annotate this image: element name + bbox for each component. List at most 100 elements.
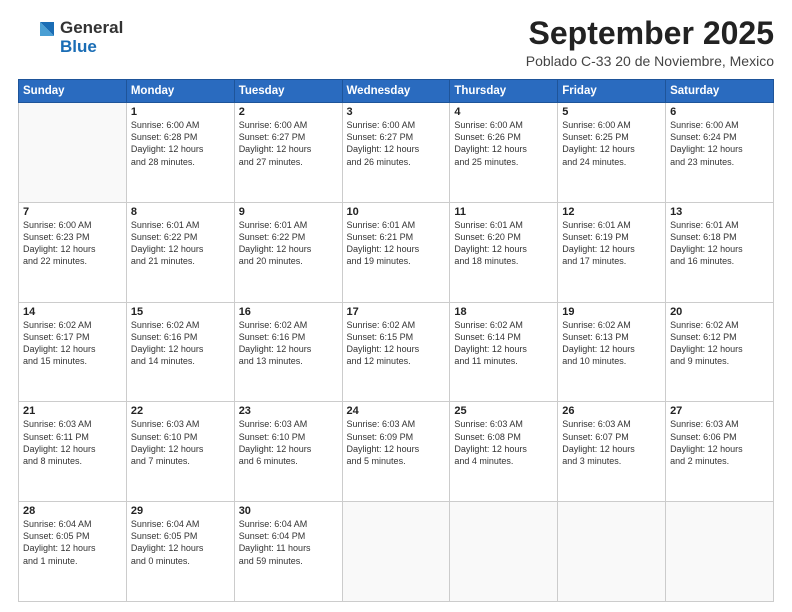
month-title: September 2025 (526, 16, 774, 51)
day-number: 13 (670, 206, 769, 218)
day-number: 15 (131, 306, 230, 318)
day-info: Sunrise: 6:03 AM Sunset: 6:06 PM Dayligh… (670, 418, 769, 467)
day-number: 23 (239, 405, 338, 417)
day-info: Sunrise: 6:00 AM Sunset: 6:25 PM Dayligh… (562, 119, 661, 168)
calendar-cell: 6Sunrise: 6:00 AM Sunset: 6:24 PM Daylig… (666, 103, 774, 203)
day-info: Sunrise: 6:01 AM Sunset: 6:19 PM Dayligh… (562, 219, 661, 268)
calendar-cell: 24Sunrise: 6:03 AM Sunset: 6:09 PM Dayli… (342, 402, 450, 502)
calendar-cell: 14Sunrise: 6:02 AM Sunset: 6:17 PM Dayli… (19, 302, 127, 402)
calendar-day-header: Thursday (450, 80, 558, 103)
calendar-week-row: 28Sunrise: 6:04 AM Sunset: 6:05 PM Dayli… (19, 502, 774, 602)
logo-line1: General (60, 19, 123, 38)
header: General Blue September 2025 Poblado C-33… (18, 16, 774, 69)
calendar-cell (558, 502, 666, 602)
day-number: 3 (347, 106, 446, 118)
calendar-cell: 15Sunrise: 6:02 AM Sunset: 6:16 PM Dayli… (126, 302, 234, 402)
day-number: 9 (239, 206, 338, 218)
calendar-cell: 30Sunrise: 6:04 AM Sunset: 6:04 PM Dayli… (234, 502, 342, 602)
day-info: Sunrise: 6:01 AM Sunset: 6:18 PM Dayligh… (670, 219, 769, 268)
calendar-cell (19, 103, 127, 203)
day-info: Sunrise: 6:03 AM Sunset: 6:07 PM Dayligh… (562, 418, 661, 467)
calendar-week-row: 21Sunrise: 6:03 AM Sunset: 6:11 PM Dayli… (19, 402, 774, 502)
day-number: 10 (347, 206, 446, 218)
day-number: 24 (347, 405, 446, 417)
day-number: 26 (562, 405, 661, 417)
calendar-day-header: Sunday (19, 80, 127, 103)
day-info: Sunrise: 6:01 AM Sunset: 6:22 PM Dayligh… (239, 219, 338, 268)
day-info: Sunrise: 6:02 AM Sunset: 6:13 PM Dayligh… (562, 319, 661, 368)
calendar-table: SundayMondayTuesdayWednesdayThursdayFrid… (18, 79, 774, 602)
day-number: 5 (562, 106, 661, 118)
day-number: 2 (239, 106, 338, 118)
day-info: Sunrise: 6:03 AM Sunset: 6:08 PM Dayligh… (454, 418, 553, 467)
day-number: 17 (347, 306, 446, 318)
day-info: Sunrise: 6:00 AM Sunset: 6:27 PM Dayligh… (347, 119, 446, 168)
calendar-cell: 18Sunrise: 6:02 AM Sunset: 6:14 PM Dayli… (450, 302, 558, 402)
calendar-week-row: 7Sunrise: 6:00 AM Sunset: 6:23 PM Daylig… (19, 202, 774, 302)
calendar-header-row: SundayMondayTuesdayWednesdayThursdayFrid… (19, 80, 774, 103)
day-number: 21 (23, 405, 122, 417)
day-number: 12 (562, 206, 661, 218)
day-info: Sunrise: 6:02 AM Sunset: 6:16 PM Dayligh… (131, 319, 230, 368)
calendar-day-header: Monday (126, 80, 234, 103)
day-info: Sunrise: 6:02 AM Sunset: 6:14 PM Dayligh… (454, 319, 553, 368)
day-number: 28 (23, 505, 122, 517)
calendar-cell: 4Sunrise: 6:00 AM Sunset: 6:26 PM Daylig… (450, 103, 558, 203)
day-info: Sunrise: 6:01 AM Sunset: 6:22 PM Dayligh… (131, 219, 230, 268)
calendar-cell (450, 502, 558, 602)
day-info: Sunrise: 6:03 AM Sunset: 6:10 PM Dayligh… (131, 418, 230, 467)
day-info: Sunrise: 6:04 AM Sunset: 6:05 PM Dayligh… (23, 518, 122, 567)
calendar-day-header: Tuesday (234, 80, 342, 103)
day-info: Sunrise: 6:04 AM Sunset: 6:05 PM Dayligh… (131, 518, 230, 567)
day-number: 30 (239, 505, 338, 517)
calendar-cell: 19Sunrise: 6:02 AM Sunset: 6:13 PM Dayli… (558, 302, 666, 402)
day-number: 16 (239, 306, 338, 318)
calendar-cell: 20Sunrise: 6:02 AM Sunset: 6:12 PM Dayli… (666, 302, 774, 402)
day-number: 18 (454, 306, 553, 318)
calendar-day-header: Friday (558, 80, 666, 103)
day-number: 20 (670, 306, 769, 318)
day-info: Sunrise: 6:02 AM Sunset: 6:15 PM Dayligh… (347, 319, 446, 368)
calendar-cell: 21Sunrise: 6:03 AM Sunset: 6:11 PM Dayli… (19, 402, 127, 502)
day-number: 4 (454, 106, 553, 118)
day-number: 1 (131, 106, 230, 118)
day-info: Sunrise: 6:01 AM Sunset: 6:20 PM Dayligh… (454, 219, 553, 268)
calendar-cell: 3Sunrise: 6:00 AM Sunset: 6:27 PM Daylig… (342, 103, 450, 203)
logo-line2: Blue (60, 38, 123, 57)
day-info: Sunrise: 6:02 AM Sunset: 6:17 PM Dayligh… (23, 319, 122, 368)
calendar-cell: 27Sunrise: 6:03 AM Sunset: 6:06 PM Dayli… (666, 402, 774, 502)
day-info: Sunrise: 6:02 AM Sunset: 6:16 PM Dayligh… (239, 319, 338, 368)
day-number: 25 (454, 405, 553, 417)
calendar-week-row: 14Sunrise: 6:02 AM Sunset: 6:17 PM Dayli… (19, 302, 774, 402)
day-info: Sunrise: 6:03 AM Sunset: 6:09 PM Dayligh… (347, 418, 446, 467)
calendar-cell: 7Sunrise: 6:00 AM Sunset: 6:23 PM Daylig… (19, 202, 127, 302)
calendar-day-header: Wednesday (342, 80, 450, 103)
day-number: 8 (131, 206, 230, 218)
day-info: Sunrise: 6:01 AM Sunset: 6:21 PM Dayligh… (347, 219, 446, 268)
calendar-cell: 5Sunrise: 6:00 AM Sunset: 6:25 PM Daylig… (558, 103, 666, 203)
calendar-cell: 17Sunrise: 6:02 AM Sunset: 6:15 PM Dayli… (342, 302, 450, 402)
page: General Blue September 2025 Poblado C-33… (0, 0, 792, 612)
day-info: Sunrise: 6:00 AM Sunset: 6:24 PM Dayligh… (670, 119, 769, 168)
day-number: 11 (454, 206, 553, 218)
calendar-cell: 13Sunrise: 6:01 AM Sunset: 6:18 PM Dayli… (666, 202, 774, 302)
day-number: 7 (23, 206, 122, 218)
calendar-cell: 23Sunrise: 6:03 AM Sunset: 6:10 PM Dayli… (234, 402, 342, 502)
calendar-cell: 29Sunrise: 6:04 AM Sunset: 6:05 PM Dayli… (126, 502, 234, 602)
day-info: Sunrise: 6:00 AM Sunset: 6:26 PM Dayligh… (454, 119, 553, 168)
day-number: 27 (670, 405, 769, 417)
calendar-cell: 11Sunrise: 6:01 AM Sunset: 6:20 PM Dayli… (450, 202, 558, 302)
day-number: 22 (131, 405, 230, 417)
calendar-week-row: 1Sunrise: 6:00 AM Sunset: 6:28 PM Daylig… (19, 103, 774, 203)
calendar-cell: 2Sunrise: 6:00 AM Sunset: 6:27 PM Daylig… (234, 103, 342, 203)
calendar-day-header: Saturday (666, 80, 774, 103)
calendar-cell: 12Sunrise: 6:01 AM Sunset: 6:19 PM Dayli… (558, 202, 666, 302)
calendar-cell (342, 502, 450, 602)
calendar-cell: 16Sunrise: 6:02 AM Sunset: 6:16 PM Dayli… (234, 302, 342, 402)
day-number: 19 (562, 306, 661, 318)
logo-icon (18, 16, 56, 54)
day-info: Sunrise: 6:00 AM Sunset: 6:28 PM Dayligh… (131, 119, 230, 168)
calendar-cell: 8Sunrise: 6:01 AM Sunset: 6:22 PM Daylig… (126, 202, 234, 302)
calendar-cell: 26Sunrise: 6:03 AM Sunset: 6:07 PM Dayli… (558, 402, 666, 502)
logo: General Blue (18, 16, 123, 59)
